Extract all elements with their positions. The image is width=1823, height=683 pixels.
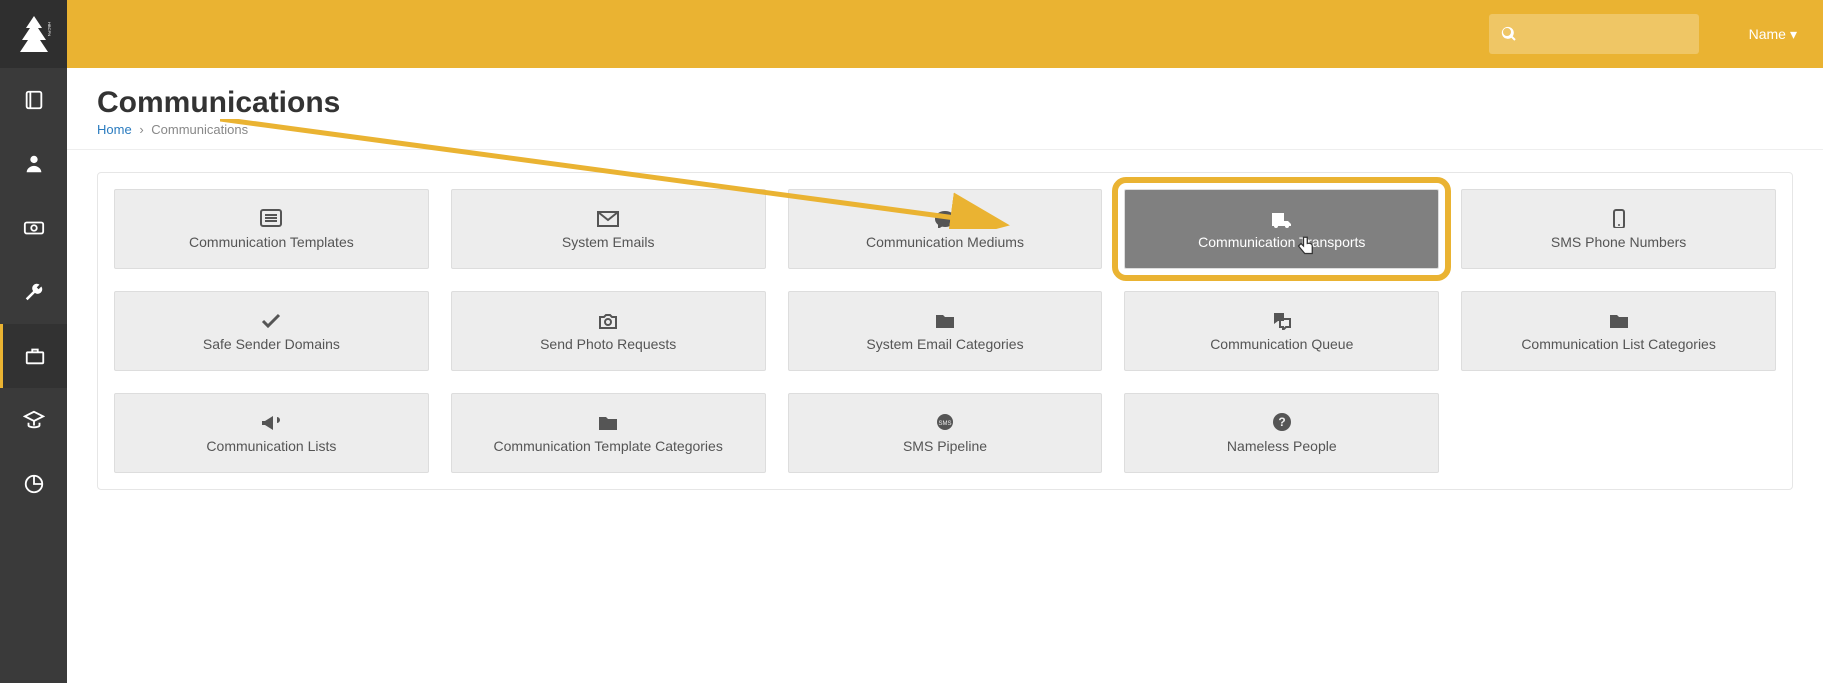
nav-person[interactable] — [0, 132, 67, 196]
graduation-icon — [23, 409, 45, 431]
question-icon: ? — [1270, 412, 1294, 432]
tile-label: System Emails — [562, 234, 655, 250]
tile-communication-queue[interactable]: Communication Queue — [1124, 291, 1439, 371]
camera-icon — [596, 310, 620, 330]
search-icon — [1501, 26, 1517, 42]
sms-icon: SMS — [933, 412, 957, 432]
tile-label: SMS Pipeline — [903, 438, 987, 454]
page-title: Communications — [97, 86, 1793, 120]
tile-system-emails[interactable]: System Emails — [451, 189, 766, 269]
tile-safe-sender-domains[interactable]: Safe Sender Domains — [114, 291, 429, 371]
phone-icon — [1607, 208, 1631, 228]
check-icon — [259, 310, 283, 330]
chart-icon — [23, 473, 45, 495]
svg-text:SMS: SMS — [938, 421, 951, 427]
tile-label: Communication Queue — [1210, 336, 1353, 352]
nav-money[interactable] — [0, 196, 67, 260]
tile-label: Send Photo Requests — [540, 336, 676, 352]
tile-sms-phone-numbers[interactable]: SMS Phone Numbers — [1461, 189, 1776, 269]
money-icon — [23, 217, 45, 239]
tile-communication-lists[interactable]: Communication Lists — [114, 393, 429, 473]
tile-communication-mediums[interactable]: Communication Mediums — [788, 189, 1103, 269]
content-body: Communication Templates System Emails Comm… — [67, 150, 1823, 683]
tile-label: Communication Mediums — [866, 234, 1024, 250]
tile-send-photo-requests[interactable]: Send Photo Requests — [451, 291, 766, 371]
tile-label: Communication Transports — [1198, 234, 1365, 250]
tile-label: Nameless People — [1227, 438, 1337, 454]
tile-communication-template-categories[interactable]: Communication Template Categories — [451, 393, 766, 473]
tile-label: Communication Template Categories — [494, 438, 723, 454]
topbar: Name ▾ — [67, 0, 1823, 68]
tile-system-email-categories[interactable]: System Email Categories — [788, 291, 1103, 371]
content-header: Communications Home › Communications — [67, 68, 1823, 150]
list-icon — [259, 208, 283, 228]
tile-label: Communication Lists — [206, 438, 336, 454]
nav-wrench[interactable] — [0, 260, 67, 324]
tile-label: SMS Phone Numbers — [1551, 234, 1686, 250]
svg-text:?: ? — [1278, 415, 1285, 429]
chat-icon — [1270, 310, 1294, 330]
sidebar: HBCPN — [0, 0, 67, 683]
envelope-icon — [596, 208, 620, 228]
tile-label: Communication Templates — [189, 234, 354, 250]
tile-sms-pipeline[interactable]: SMS SMS Pipeline — [788, 393, 1103, 473]
tile-label: Communication List Categories — [1521, 336, 1716, 352]
folder-icon — [1607, 310, 1631, 330]
breadcrumb-home[interactable]: Home — [97, 122, 132, 137]
chevron-down-icon: ▾ — [1790, 26, 1797, 43]
user-label: Name — [1749, 26, 1786, 42]
nav-briefcase[interactable] — [0, 324, 67, 388]
book-icon — [23, 89, 45, 111]
tile-communication-templates[interactable]: Communication Templates — [114, 189, 429, 269]
breadcrumb-current: Communications — [151, 122, 248, 137]
briefcase-icon — [24, 345, 46, 367]
tile-communication-transports[interactable]: Communication Transports — [1124, 189, 1439, 269]
search-input[interactable] — [1489, 14, 1699, 54]
wrench-icon — [23, 281, 45, 303]
bullhorn-icon — [259, 412, 283, 432]
truck-icon — [1270, 208, 1294, 228]
tile-panel: Communication Templates System Emails Comm… — [97, 172, 1793, 490]
user-menu[interactable]: Name ▾ — [1749, 26, 1797, 43]
nav-book[interactable] — [0, 68, 67, 132]
comment-icon — [933, 208, 957, 228]
person-icon — [23, 153, 45, 175]
folder-icon — [596, 412, 620, 432]
tile-label: Safe Sender Domains — [203, 336, 340, 352]
nav-chart[interactable] — [0, 452, 67, 516]
tile-nameless-people[interactable]: ? Nameless People — [1124, 393, 1439, 473]
tile-communication-list-categories[interactable]: Communication List Categories — [1461, 291, 1776, 371]
folder-icon — [933, 310, 957, 330]
breadcrumb-separator: › — [139, 122, 143, 137]
svg-text:HBCPN: HBCPN — [47, 22, 52, 36]
tile-label: System Email Categories — [866, 336, 1023, 352]
nav-graduation[interactable] — [0, 388, 67, 452]
logo: HBCPN — [0, 0, 67, 68]
breadcrumb: Home › Communications — [97, 122, 1793, 137]
